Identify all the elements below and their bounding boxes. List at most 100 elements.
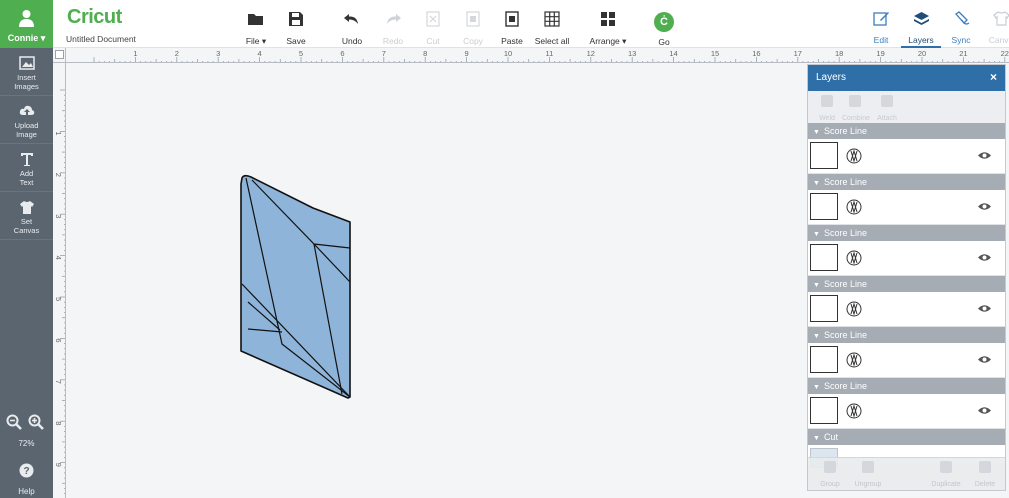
file-menu-button[interactable]: File ▾ (234, 10, 278, 46)
layer-group-header[interactable]: ▼ Score Line (808, 174, 1005, 190)
cut-label: Cut (426, 36, 440, 46)
copy-button[interactable]: Copy (451, 10, 495, 46)
triangle-down-icon: ▼ (813, 384, 820, 391)
ruler-label: 7 (54, 380, 63, 384)
layer-group-header[interactable]: ▼ Score Line (808, 378, 1005, 394)
arrange-menu-button[interactable]: Arrange ▾ (586, 10, 630, 46)
document-title: Untitled Document (66, 34, 136, 44)
layer-group-name: Score Line (823, 330, 867, 340)
select-all-button[interactable]: Select all (530, 10, 574, 46)
combine-button[interactable]: Combine (842, 95, 870, 125)
layer-group-header[interactable]: ▼ Score Line (808, 123, 1005, 139)
ruler-label: 19 (876, 49, 884, 58)
attach-button[interactable]: Attach (874, 95, 900, 125)
vertical-ruler: 12345678910 (53, 63, 66, 498)
group-icon (824, 461, 836, 473)
weld-label: Weld (819, 115, 835, 122)
layer-row[interactable] (808, 139, 1005, 174)
chevron-down-icon: ▾ (40, 33, 46, 43)
go-button[interactable]: Ċ Go (642, 10, 686, 47)
weld-button[interactable]: Weld (814, 95, 840, 125)
cut-group-name: Cut (823, 432, 838, 442)
zoom-in-icon[interactable] (28, 414, 44, 430)
tab-canvas[interactable]: Canva (981, 10, 1009, 48)
layer-row[interactable] (808, 343, 1005, 378)
cut-icon (426, 11, 440, 27)
triangle-down-icon: ▼ (813, 435, 820, 442)
ruler-label: 6 (54, 338, 63, 342)
eye-icon[interactable] (978, 406, 991, 415)
group-button[interactable]: Group (812, 461, 848, 490)
layer-row[interactable] (808, 190, 1005, 225)
edit-pencil-icon (872, 12, 889, 26)
tab-canvas-label: Canva (988, 35, 1009, 45)
sidebar-upload-image-button[interactable]: Upload Image (0, 96, 53, 144)
layer-group-header[interactable]: ▼ Score Line (808, 276, 1005, 292)
grid-icon (544, 11, 560, 27)
triangle-down-icon: ▼ (813, 180, 820, 187)
eye-icon[interactable] (978, 304, 991, 313)
delete-button[interactable]: Delete (967, 461, 1003, 490)
layer-row[interactable] (808, 394, 1005, 429)
score-line-icon (846, 148, 862, 164)
triangle-down-icon: ▼ (813, 282, 820, 289)
select-all-label: Select all (534, 36, 570, 46)
ruler-label: 21 (959, 49, 967, 58)
help-label: Help (18, 487, 35, 496)
score-line-icon (846, 352, 862, 368)
layer-group-header[interactable]: ▼ Cut (808, 429, 1005, 445)
layer-group-header[interactable]: ▼ Score Line (808, 225, 1005, 241)
undo-button[interactable]: Undo (330, 10, 374, 46)
triangle-down-icon: ▼ (813, 231, 820, 238)
layer-group-name: Score Line (823, 228, 867, 238)
sidebar-add-text-button[interactable]: Add Text (0, 144, 53, 192)
layer-group-name: Score Line (823, 381, 867, 391)
redo-button[interactable]: Redo (371, 10, 415, 46)
close-icon[interactable]: × (990, 70, 997, 84)
undo-label: Undo (341, 36, 363, 46)
ruler-label: 5 (54, 297, 63, 301)
ruler-label: 14 (669, 49, 677, 58)
sidebar-item-label: Upload (14, 121, 39, 130)
tab-layers[interactable]: Layers (901, 10, 941, 48)
ruler-label: 3 (216, 49, 220, 58)
save-button[interactable]: Save (274, 10, 318, 46)
eye-icon[interactable] (978, 355, 991, 364)
sidebar-set-canvas-button[interactable]: Set Canvas (0, 192, 53, 240)
redo-label: Redo (382, 36, 404, 46)
layers-panel-title: Layers (816, 72, 847, 83)
paste-label: Paste (501, 36, 523, 46)
tab-sync[interactable]: Sync (941, 10, 981, 48)
ruler-label: 7 (382, 49, 386, 58)
tab-edit-label: Edit (873, 35, 889, 45)
ungroup-button[interactable]: Ungroup (850, 461, 886, 490)
score-line-icon (846, 199, 862, 215)
vertical-ruler-ticks: 12345678910 (54, 89, 65, 495)
layer-row[interactable] (808, 241, 1005, 276)
help-button[interactable]: ? Help (0, 456, 53, 498)
ungroup-icon (862, 461, 874, 473)
sidebar-insert-images-button[interactable]: Insert Images (0, 48, 53, 96)
paste-button[interactable]: Paste (490, 10, 534, 46)
zoom-out-icon[interactable] (6, 414, 22, 430)
ruler-label: 4 (54, 256, 63, 260)
duplicate-button[interactable]: Duplicate (928, 461, 964, 490)
ruler-label: 10 (504, 49, 512, 58)
sidebar-item-label: Image (16, 130, 37, 139)
ungroup-label: Ungroup (854, 481, 882, 488)
eye-icon[interactable] (978, 202, 991, 211)
cut-button[interactable]: Cut (411, 10, 455, 46)
shape-outline (240, 174, 351, 399)
layer-group-header[interactable]: ▼ Score Line (808, 327, 1005, 343)
horizontal-ruler-ticks: 1 2 3 4 5 6 7 8 9 10 11 12 13 14 15 16 17 18 19 20 21 22 (93, 49, 1009, 62)
eye-icon[interactable] (978, 253, 991, 262)
eye-icon[interactable] (978, 151, 991, 160)
layer-row[interactable] (808, 292, 1005, 327)
ruler-label: 1 (133, 49, 137, 58)
user-menu[interactable]: Connie ▾ (0, 0, 53, 48)
tab-sync-label: Sync (951, 35, 971, 45)
ruler-label: 9 (465, 49, 469, 58)
sidebar-item-label: Text (19, 178, 34, 187)
tab-edit[interactable]: Edit (861, 10, 901, 48)
ruler-label: 20 (918, 49, 926, 58)
